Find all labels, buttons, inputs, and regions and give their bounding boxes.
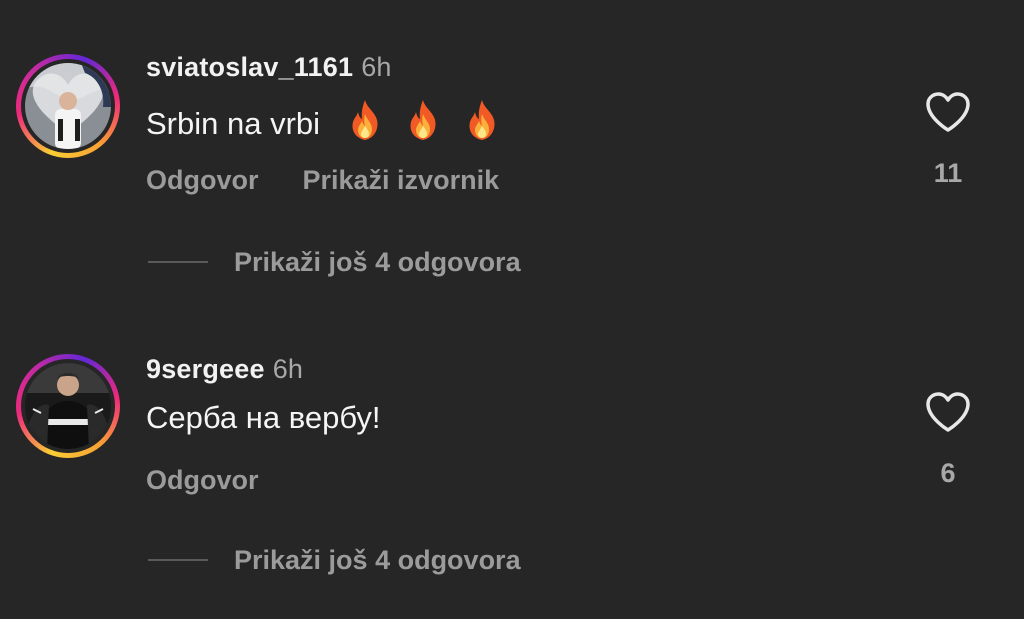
- like-count: 6: [940, 458, 956, 488]
- avatar[interactable]: [16, 354, 120, 458]
- comment-text: Серба на вербу!: [146, 400, 381, 436]
- avatar-photo: [25, 363, 111, 449]
- replies-divider: [148, 559, 208, 561]
- username-text[interactable]: 9sergeee: [146, 354, 265, 384]
- comment-time: 6h: [272, 354, 304, 384]
- comment-item: 9sergeee 6h Серба на вербу! Odgovor 6 Pri…: [0, 0, 1024, 619]
- reply-button[interactable]: Odgovor: [146, 465, 259, 495]
- comment-author[interactable]: 9sergeee 6h: [146, 354, 303, 385]
- comments-screen: sviatoslav_1161 6h Srbin na vrbi Odgovor P…: [0, 0, 1024, 619]
- heart-icon[interactable]: [924, 390, 972, 434]
- view-replies-label[interactable]: Prikaži još 4 odgovora: [234, 545, 521, 576]
- view-replies-button[interactable]: Prikaži još 4 odgovora: [148, 542, 521, 578]
- comment-actions: Odgovor: [146, 465, 259, 496]
- comment-body: Серба на вербу!: [146, 400, 381, 435]
